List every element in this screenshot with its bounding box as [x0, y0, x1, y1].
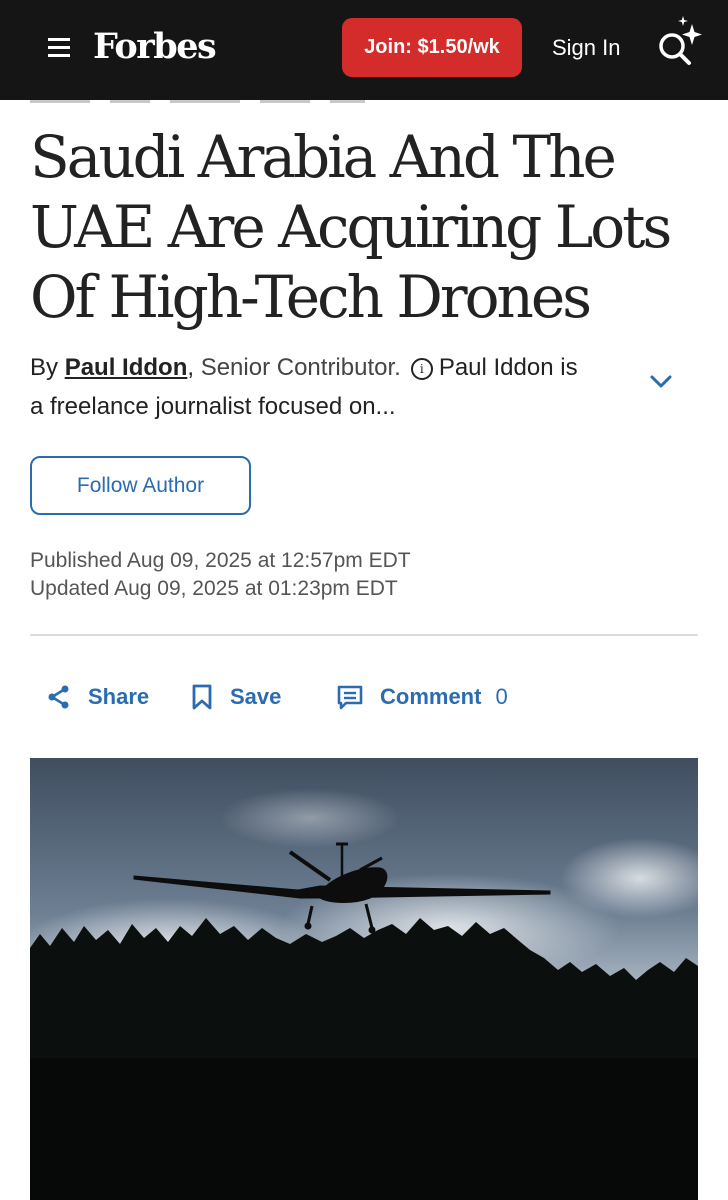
article-hero-image[interactable] — [30, 758, 698, 1200]
follow-author-button[interactable]: Follow Author — [30, 456, 251, 515]
author-role: Senior Contributor. — [200, 354, 401, 381]
cut-off-text-strip — [30, 100, 370, 104]
save-button[interactable]: Save — [190, 680, 281, 714]
save-label: Save — [230, 684, 282, 709]
publish-dates: Published Aug 09, 2025 at 12:57pm EDT Up… — [30, 547, 411, 603]
forbes-logo[interactable]: Forbes — [93, 24, 217, 70]
author-byline: By Paul Iddon, Senior Contributor. i Paul … — [30, 348, 590, 426]
comment-label: Comment — [380, 684, 482, 709]
byline-by: By — [30, 354, 59, 381]
sign-in-link[interactable]: Sign In — [552, 33, 621, 63]
hamburger-menu-icon[interactable] — [48, 38, 70, 58]
comment-button[interactable]: Comment 0 — [336, 680, 508, 714]
search-icon[interactable] — [656, 16, 708, 68]
author-name-link[interactable]: Paul Iddon — [65, 354, 188, 381]
chevron-down-icon[interactable] — [649, 374, 673, 390]
info-icon[interactable]: i — [410, 358, 433, 380]
updated-date: Updated Aug 09, 2025 at 01:23pm EDT — [30, 577, 398, 600]
published-date: Published Aug 09, 2025 at 12:57pm EDT — [30, 549, 411, 572]
comment-count: 0 — [495, 684, 508, 709]
top-nav-bar: Forbes Join: $1.50/wk Sign In — [0, 0, 728, 100]
byline-comma: , — [187, 354, 195, 381]
join-subscribe-button[interactable]: Join: $1.50/wk — [342, 18, 522, 77]
share-icon — [48, 685, 69, 709]
share-button[interactable]: Share — [46, 680, 149, 714]
article-headline: Saudi Arabia And The UAE Are Acquiring L… — [30, 123, 672, 331]
bookmark-icon — [192, 684, 212, 710]
share-label: Share — [88, 684, 150, 709]
comment-icon — [337, 685, 363, 710]
divider — [30, 634, 698, 636]
